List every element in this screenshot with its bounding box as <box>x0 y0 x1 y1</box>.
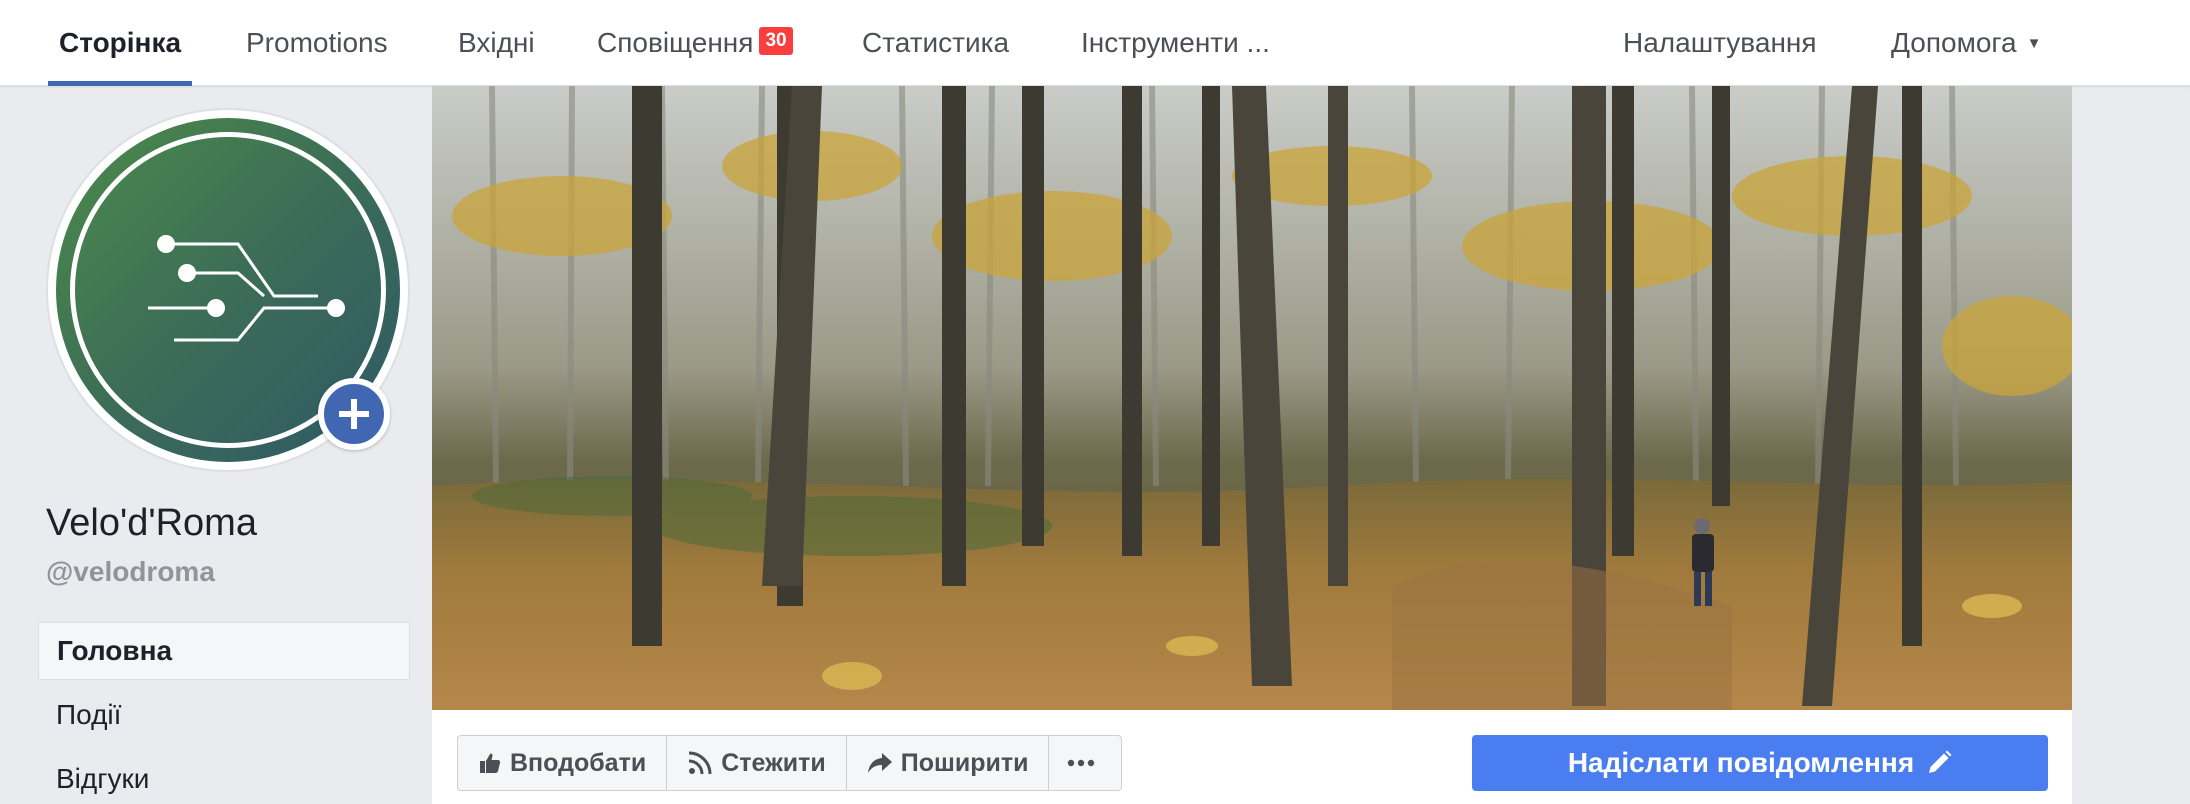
tab-promotions[interactable]: Promotions <box>246 0 388 86</box>
tab-page[interactable]: Сторінка <box>47 0 193 86</box>
sidebar-item-reviews[interactable]: Відгуки <box>38 750 410 804</box>
tab-help-label: Допомога <box>1891 27 2017 58</box>
send-message-button[interactable]: Надіслати повідомлення <box>1472 735 2048 791</box>
tab-inbox[interactable]: Вхідні <box>458 0 535 86</box>
tab-page-label: Сторінка <box>59 27 182 58</box>
tab-help[interactable]: Допомога ▼ <box>1891 0 2041 86</box>
pencil-icon <box>1929 750 1952 773</box>
tab-notifications[interactable]: Сповіщення 30 <box>597 0 793 86</box>
page-handle[interactable]: @velodroma <box>46 556 215 588</box>
more-dots-icon <box>1068 759 1095 767</box>
page-name: Velo'd'Roma <box>46 502 257 544</box>
sidebar-item-home[interactable]: Головна <box>38 622 410 680</box>
share-button[interactable]: Поширити <box>847 736 1050 790</box>
like-button[interactable]: Вподобати <box>458 736 668 790</box>
tab-promotions-label: Promotions <box>246 27 388 58</box>
follow-button-label: Стежити <box>721 748 826 777</box>
sidebar-item-label: Події <box>56 699 122 730</box>
tab-insights-label: Статистика <box>862 27 1010 58</box>
share-arrow-icon <box>867 753 892 773</box>
sidebar-item-events[interactable]: Події <box>38 686 410 744</box>
like-button-label: Вподобати <box>510 748 647 777</box>
tab-settings[interactable]: Налаштування <box>1623 0 1817 86</box>
tab-inbox-label: Вхідні <box>458 27 535 58</box>
tab-settings-label: Налаштування <box>1623 27 1817 58</box>
tab-notifications-label: Сповіщення <box>597 27 754 58</box>
caret-down-icon: ▼ <box>2026 34 2042 52</box>
tab-insights[interactable]: Статистика <box>862 0 1009 86</box>
cover-photo[interactable] <box>432 86 2072 710</box>
notifications-badge: 30 <box>759 27 793 55</box>
sidebar-item-label: Відгуки <box>56 763 150 794</box>
sidebar-item-label: Головна <box>57 635 173 666</box>
follow-button[interactable]: Стежити <box>667 736 847 790</box>
more-options-button[interactable] <box>1049 736 1121 790</box>
rss-icon <box>689 751 712 775</box>
forest-cover-image <box>432 86 2072 710</box>
page-actions: Вподобати Стежити Поширити <box>457 735 1123 791</box>
plus-icon <box>339 399 369 429</box>
tab-tools-label: Інструменти ... <box>1081 27 1270 58</box>
top-navigation: Сторінка Promotions Вхідні Сповіщення 30… <box>0 0 2190 86</box>
tab-tools[interactable]: Інструменти ... <box>1081 0 1270 86</box>
thumbs-up-icon <box>480 753 501 773</box>
share-button-label: Поширити <box>900 748 1029 777</box>
send-message-label: Надіслати повідомлення <box>1567 747 1915 778</box>
add-photo-button[interactable] <box>318 378 390 450</box>
